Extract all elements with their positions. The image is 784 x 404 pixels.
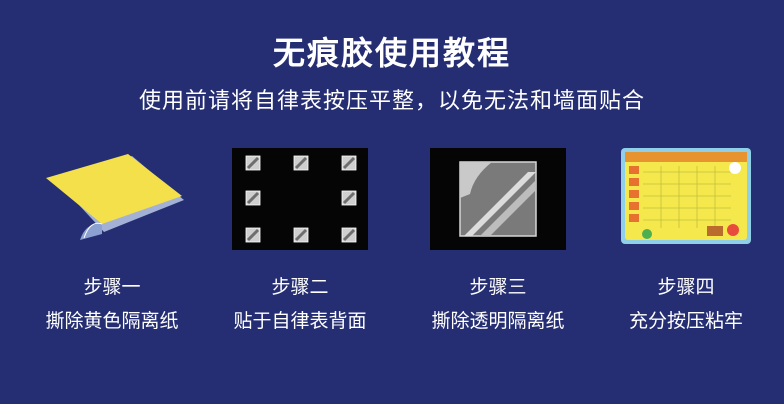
chart-board-icon	[621, 148, 751, 248]
adhesive-dots-icon	[232, 148, 368, 254]
step-3-desc: 撕除透明隔离纸	[431, 310, 565, 332]
step-1-label: 步骤一	[83, 276, 141, 298]
step-4: 步骤四 充分按压粘牢	[588, 140, 784, 340]
page-title: 无痕胶使用教程	[272, 34, 511, 72]
peel-film-icon	[430, 148, 566, 254]
adhesive-sheet-icon	[32, 148, 192, 262]
step-1: 步骤一 撕除黄色隔离纸	[14, 140, 210, 340]
step-2-desc: 贴于自律表背面	[233, 310, 367, 332]
step-3-label: 步骤三	[469, 276, 527, 298]
page-subtitle: 使用前请将自律表按压平整，以免无法和墙面贴合	[138, 89, 645, 114]
step-1-desc: 撕除黄色隔离纸	[45, 310, 179, 332]
step-4-label: 步骤四	[657, 276, 715, 298]
step-3: 步骤三 撕除透明隔离纸	[400, 140, 596, 340]
step-2-label: 步骤二	[271, 276, 329, 298]
step-4-desc: 充分按压粘牢	[628, 310, 743, 332]
step-2: 步骤二 贴于自律表背面	[202, 140, 398, 340]
